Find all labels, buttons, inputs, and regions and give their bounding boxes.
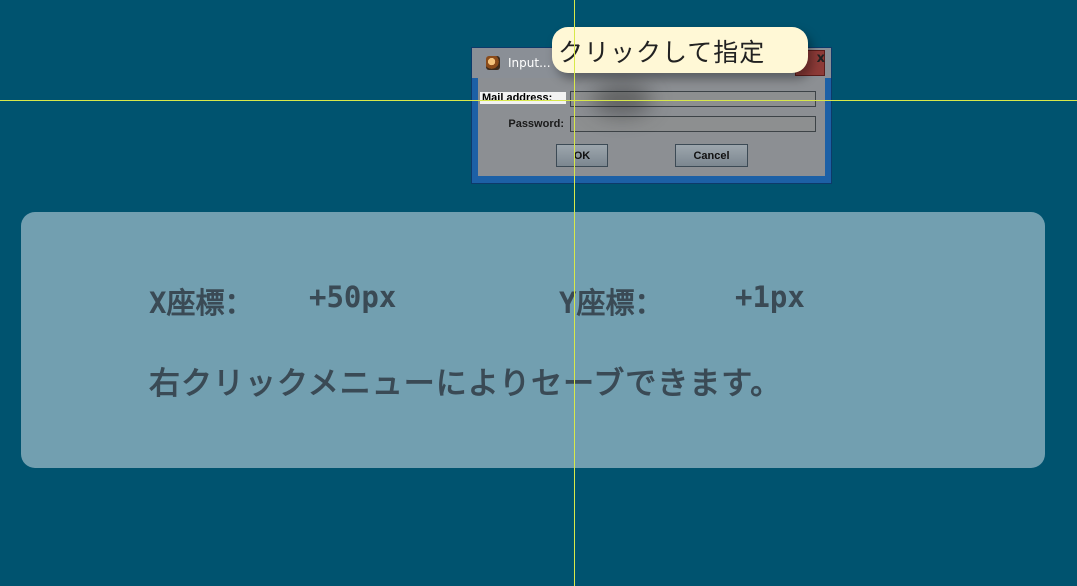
mail-address-label: Mail address: xyxy=(480,92,566,104)
close-icon: x xyxy=(816,51,825,66)
crosshair-horizontal-line xyxy=(0,100,1077,101)
password-input[interactable] xyxy=(570,116,816,132)
y-coordinate-value: +1px xyxy=(735,280,805,314)
callout-bubble: クリックして指定 xyxy=(552,27,808,73)
dialog-body: Mail address: Password: OK Cancel xyxy=(478,78,825,176)
dialog-title: Input... xyxy=(508,56,551,70)
capture-canvas[interactable]: Input... x Mail address: Password: OK Ca… xyxy=(0,0,1077,586)
cancel-button[interactable]: Cancel xyxy=(675,144,748,167)
java-app-icon xyxy=(486,56,500,70)
save-hint-text: 右クリックメニューによりセーブできます。 xyxy=(149,366,783,402)
password-label: Password: xyxy=(508,118,564,130)
x-coordinate-label: X座標： xyxy=(149,286,254,320)
callout-text: クリックして指定 xyxy=(558,38,766,67)
x-coordinate-value: +50px xyxy=(309,280,397,314)
ok-button[interactable]: OK xyxy=(556,144,608,167)
info-panel: X座標： +50px Y座標： +1px 右クリックメニューによりセーブできます… xyxy=(21,212,1045,468)
crosshair-vertical-line xyxy=(574,0,575,586)
